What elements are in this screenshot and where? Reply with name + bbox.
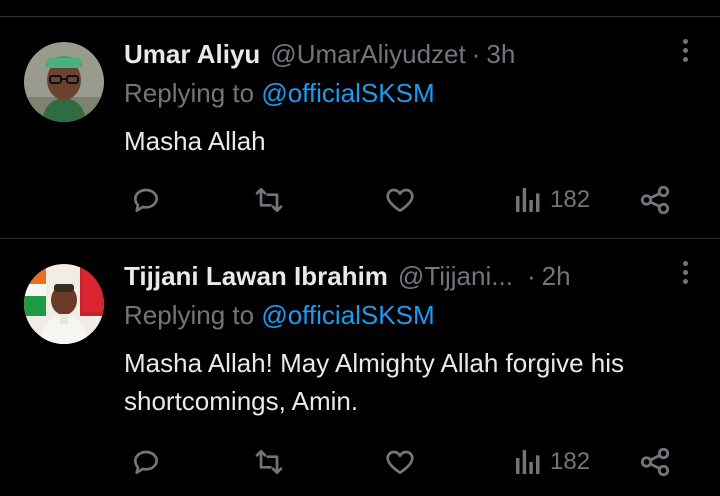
retweet-icon bbox=[255, 450, 283, 474]
like-icon bbox=[386, 188, 414, 212]
views-icon bbox=[516, 450, 540, 474]
share-icon bbox=[640, 447, 670, 477]
mention-link[interactable]: @officialSKSM bbox=[261, 300, 434, 330]
tweet-text: Masha Allah bbox=[124, 126, 266, 156]
tweet-2[interactable]: Tijjani Lawan Ibrahim @Tijjani... · 2h R… bbox=[0, 256, 720, 496]
reply-button[interactable] bbox=[130, 442, 162, 482]
share-button[interactable] bbox=[638, 180, 672, 220]
avatar[interactable] bbox=[24, 42, 104, 122]
mention-link[interactable]: @officialSKSM bbox=[261, 78, 434, 108]
replying-prefix: Replying to bbox=[124, 78, 255, 108]
tweet-text: Masha Allah! May Almighty Allah forgive … bbox=[124, 348, 625, 416]
action-bar: 182 bbox=[0, 180, 720, 220]
tweet-divider bbox=[0, 238, 720, 239]
share-icon bbox=[640, 185, 670, 215]
avatar[interactable] bbox=[24, 264, 104, 344]
timestamp[interactable]: 2h bbox=[542, 261, 571, 292]
top-divider bbox=[0, 16, 720, 17]
separator-dot: · bbox=[471, 38, 481, 69]
user-handle[interactable]: @UmarAliyudzet bbox=[270, 39, 465, 70]
like-button[interactable] bbox=[384, 180, 416, 220]
replying-prefix: Replying to bbox=[124, 300, 255, 330]
like-button[interactable] bbox=[384, 442, 416, 482]
replying-to: Replying to @officialSKSM bbox=[124, 300, 435, 331]
display-name[interactable]: Tijjani Lawan Ibrahim bbox=[124, 261, 388, 292]
views-icon bbox=[516, 188, 540, 212]
timestamp[interactable]: 3h bbox=[486, 39, 515, 70]
views-button[interactable]: 182 bbox=[514, 180, 590, 220]
views-button[interactable]: 182 bbox=[514, 442, 590, 482]
retweet-icon bbox=[255, 188, 283, 212]
replying-to: Replying to @officialSKSM bbox=[124, 78, 435, 109]
reply-button[interactable] bbox=[130, 180, 162, 220]
retweet-button[interactable] bbox=[252, 442, 286, 482]
like-icon bbox=[386, 450, 414, 474]
views-count: 182 bbox=[550, 186, 591, 213]
display-name[interactable]: Umar Aliyu bbox=[124, 39, 260, 70]
tweet-1[interactable]: Umar Aliyu @UmarAliyudzet · 3h Replying … bbox=[0, 34, 720, 224]
retweet-button[interactable] bbox=[252, 180, 286, 220]
reply-icon bbox=[134, 188, 158, 212]
tweet-header: Tijjani Lawan Ibrahim @Tijjani... · 2h bbox=[124, 256, 660, 296]
action-bar: 182 bbox=[0, 442, 720, 482]
views-count: 182 bbox=[550, 448, 591, 475]
user-handle[interactable]: @Tijjani... bbox=[398, 261, 513, 292]
reply-icon bbox=[134, 450, 158, 474]
tweet-header: Umar Aliyu @UmarAliyudzet · 3h bbox=[124, 34, 660, 74]
share-button[interactable] bbox=[638, 442, 672, 482]
more-icon[interactable] bbox=[680, 258, 690, 294]
separator-dot: · bbox=[526, 260, 536, 291]
more-icon[interactable] bbox=[680, 36, 690, 72]
